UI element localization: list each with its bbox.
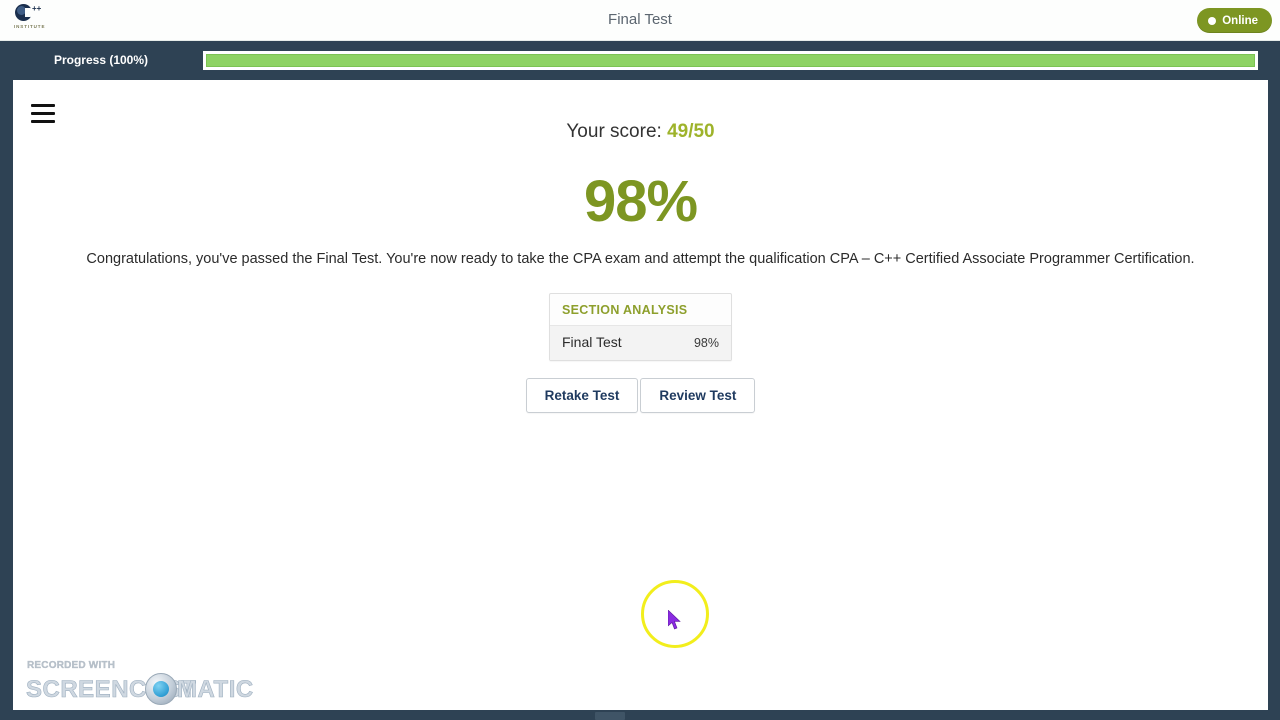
progress-bar-fill — [206, 54, 1255, 67]
page-title: Final Test — [608, 11, 672, 28]
section-analysis-heading: SECTION ANALYSIS — [550, 294, 731, 326]
status-dot-icon — [1208, 16, 1217, 25]
main-content-panel: Your score: 49/50 98% Congratulations, y… — [13, 80, 1268, 710]
congratulations-message: Congratulations, you've passed the Final… — [86, 251, 1195, 267]
footer-scroll-nub[interactable] — [595, 712, 625, 720]
score-prefix-label: Your score: — [566, 121, 662, 142]
progress-label: Progress (100%) — [53, 53, 149, 67]
mouse-pointer-icon — [668, 610, 681, 630]
section-name: Final Test — [562, 334, 622, 350]
section-analysis-row: Final Test 98% — [550, 326, 731, 360]
footer-strip — [0, 710, 1280, 720]
score-line: Your score: 49/50 — [13, 121, 1268, 143]
browser-viewport: ++ INSTITUTE Final Test Online Progress … — [0, 0, 1280, 720]
section-analysis-card: SECTION ANALYSIS Final Test 98% — [549, 293, 732, 361]
review-test-button[interactable]: Review Test — [640, 378, 756, 413]
app-header: ++ INSTITUTE Final Test Online — [0, 0, 1280, 41]
result-actions: Retake Test Review Test — [13, 378, 1268, 413]
hamburger-line — [31, 112, 55, 115]
retake-test-button[interactable]: Retake Test — [525, 378, 639, 413]
score-percent-display: 98% — [583, 169, 698, 234]
screencast-o-matic-watermark: RECORDED WITH SCREENCAST MATIC — [14, 657, 258, 707]
hamburger-line — [31, 104, 55, 107]
status-badge-label: Online — [1222, 14, 1258, 27]
screencast-o-matic-logo-icon — [145, 673, 177, 705]
score-value: 49/50 — [667, 121, 715, 142]
progress-bar-track — [203, 51, 1258, 70]
watermark-top-text: RECORDED WITH — [27, 660, 116, 671]
section-score: 98% — [693, 336, 719, 350]
watermark-word-matic: MATIC — [177, 676, 254, 704]
status-badge-online[interactable]: Online — [1197, 8, 1272, 33]
